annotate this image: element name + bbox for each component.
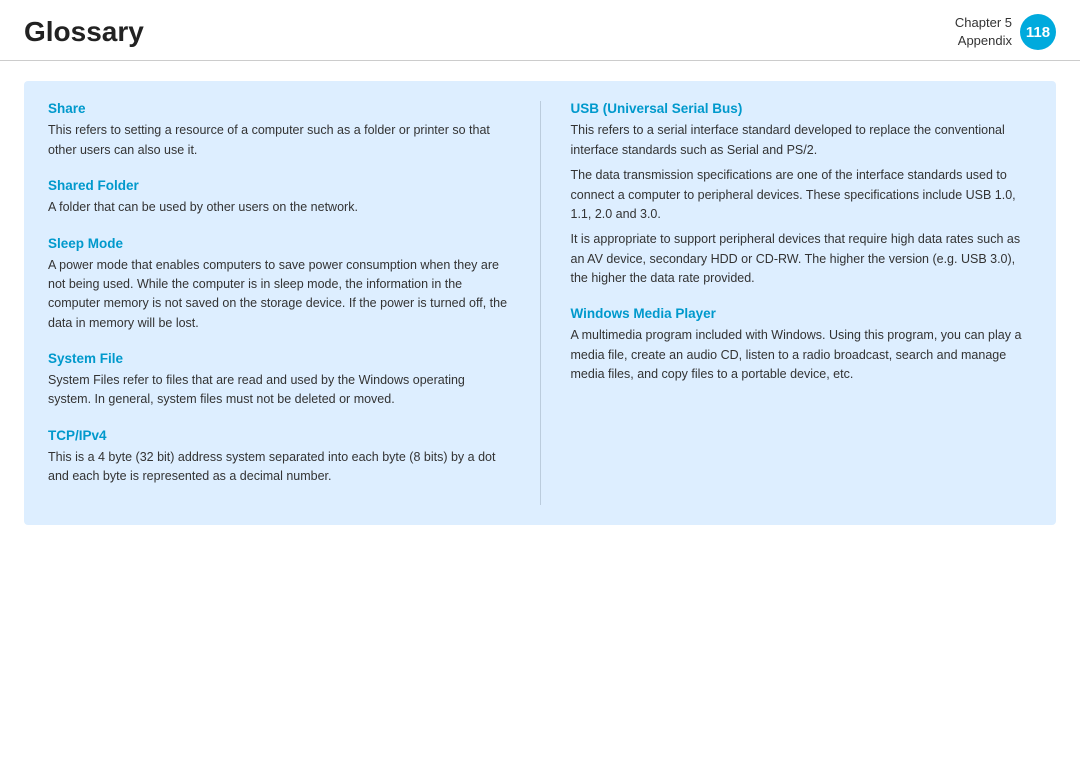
header-right: Chapter 5 Appendix 118 xyxy=(955,14,1056,50)
term-usb-body-1: This refers to a serial interface standa… xyxy=(571,121,1033,160)
term-usb-body-2: The data transmission specifications are… xyxy=(571,166,1033,224)
term-system-file: System File System Files refer to files … xyxy=(48,351,510,410)
term-share-body: This refers to setting a resource of a c… xyxy=(48,121,510,160)
term-windows-media-player: Windows Media Player A multimedia progra… xyxy=(571,306,1033,384)
term-sleep-mode-body: A power mode that enables computers to s… xyxy=(48,256,510,334)
term-tcp-ipv4-title: TCP/IPv4 xyxy=(48,428,510,443)
term-system-file-body: System Files refer to files that are rea… xyxy=(48,371,510,410)
term-usb: USB (Universal Serial Bus) This refers t… xyxy=(571,101,1033,288)
chapter-label: Chapter 5 Appendix xyxy=(955,14,1012,50)
term-shared-folder-title: Shared Folder xyxy=(48,178,510,193)
term-system-file-title: System File xyxy=(48,351,510,366)
page-header: Glossary Chapter 5 Appendix 118 xyxy=(0,0,1080,61)
term-tcp-ipv4: TCP/IPv4 This is a 4 byte (32 bit) addre… xyxy=(48,428,510,487)
term-share-title: Share xyxy=(48,101,510,116)
term-shared-folder: Shared Folder A folder that can be used … xyxy=(48,178,510,217)
glossary-box: Share This refers to setting a resource … xyxy=(24,81,1056,524)
page-title: Glossary xyxy=(24,16,144,48)
term-tcp-ipv4-body: This is a 4 byte (32 bit) address system… xyxy=(48,448,510,487)
term-usb-title: USB (Universal Serial Bus) xyxy=(571,101,1033,116)
term-share: Share This refers to setting a resource … xyxy=(48,101,510,160)
content-area: Share This refers to setting a resource … xyxy=(0,61,1080,544)
term-sleep-mode-title: Sleep Mode xyxy=(48,236,510,251)
page-number-badge: 118 xyxy=(1020,14,1056,50)
left-column: Share This refers to setting a resource … xyxy=(48,101,541,504)
term-shared-folder-body: A folder that can be used by other users… xyxy=(48,198,510,217)
term-windows-media-player-title: Windows Media Player xyxy=(571,306,1033,321)
term-usb-body-3: It is appropriate to support peripheral … xyxy=(571,230,1033,288)
term-windows-media-player-body: A multimedia program included with Windo… xyxy=(571,326,1033,384)
term-sleep-mode: Sleep Mode A power mode that enables com… xyxy=(48,236,510,334)
right-column: USB (Universal Serial Bus) This refers t… xyxy=(541,101,1033,504)
